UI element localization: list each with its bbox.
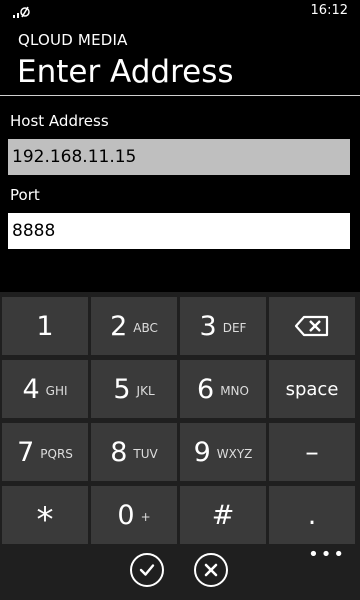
page-title: Enter Address <box>17 54 234 90</box>
key-number: 1 <box>36 310 54 342</box>
status-bar: 16:12 <box>0 0 360 24</box>
check-icon <box>139 564 155 576</box>
key-letters: GHI <box>45 384 68 398</box>
key-letters: MNO <box>220 384 249 398</box>
key-number: 3 <box>199 310 217 342</box>
key-letters: DEF <box>222 321 247 335</box>
key-star[interactable]: * <box>2 486 88 544</box>
key-number: # <box>211 499 235 531</box>
space-key[interactable]: space <box>269 360 355 418</box>
host-address-field[interactable] <box>8 139 350 175</box>
key-1[interactable]: 1 <box>2 297 88 355</box>
cancel-icon <box>204 563 218 577</box>
key-8[interactable]: 8 TUV <box>91 423 177 481</box>
key-letters: JKL <box>136 384 155 398</box>
minus-key-label: – <box>305 436 319 468</box>
key-9[interactable]: 9 WXYZ <box>180 423 266 481</box>
key-2[interactable]: 2 ABC <box>91 297 177 355</box>
key-letters: ABC <box>133 321 158 335</box>
key-7[interactable]: 7 PQRS <box>2 423 88 481</box>
backspace-key[interactable] <box>269 297 355 355</box>
space-key-label: space <box>285 378 339 400</box>
key-number: 4 <box>22 373 40 405</box>
key-number: 6 <box>197 373 215 405</box>
key-3[interactable]: 3 DEF <box>180 297 266 355</box>
key-number: 0 <box>117 499 135 531</box>
key-number: 5 <box>113 373 131 405</box>
app-name: QLOUD MEDIA <box>18 31 128 49</box>
key-number: 7 <box>17 436 35 468</box>
signal-icon <box>13 6 30 18</box>
key-hash[interactable]: # <box>180 486 266 544</box>
status-time: 16:12 <box>310 3 348 18</box>
app-bar: ••• <box>0 544 360 600</box>
key-letters: TUV <box>133 447 158 461</box>
minus-key[interactable]: – <box>269 423 355 481</box>
port-field[interactable] <box>8 213 350 249</box>
key-letters: PQRS <box>40 447 73 461</box>
key-4[interactable]: 4 GHI <box>2 360 88 418</box>
header-divider <box>0 95 360 96</box>
key-letters: + <box>140 510 151 524</box>
more-options-button[interactable]: ••• <box>308 544 346 565</box>
dot-key-label: . <box>307 499 317 531</box>
port-label: Port <box>10 186 40 204</box>
confirm-button[interactable] <box>130 553 164 587</box>
key-6[interactable]: 6 MNO <box>180 360 266 418</box>
key-number: 8 <box>110 436 128 468</box>
key-letters: WXYZ <box>216 447 253 461</box>
backspace-icon <box>294 315 329 337</box>
key-number: 2 <box>110 310 128 342</box>
dot-key[interactable]: . <box>269 486 355 544</box>
cancel-button[interactable] <box>194 553 228 587</box>
key-number: * <box>36 500 54 540</box>
key-5[interactable]: 5 JKL <box>91 360 177 418</box>
key-0[interactable]: 0 + <box>91 486 177 544</box>
key-number: 9 <box>193 436 211 468</box>
host-address-label: Host Address <box>10 112 109 130</box>
